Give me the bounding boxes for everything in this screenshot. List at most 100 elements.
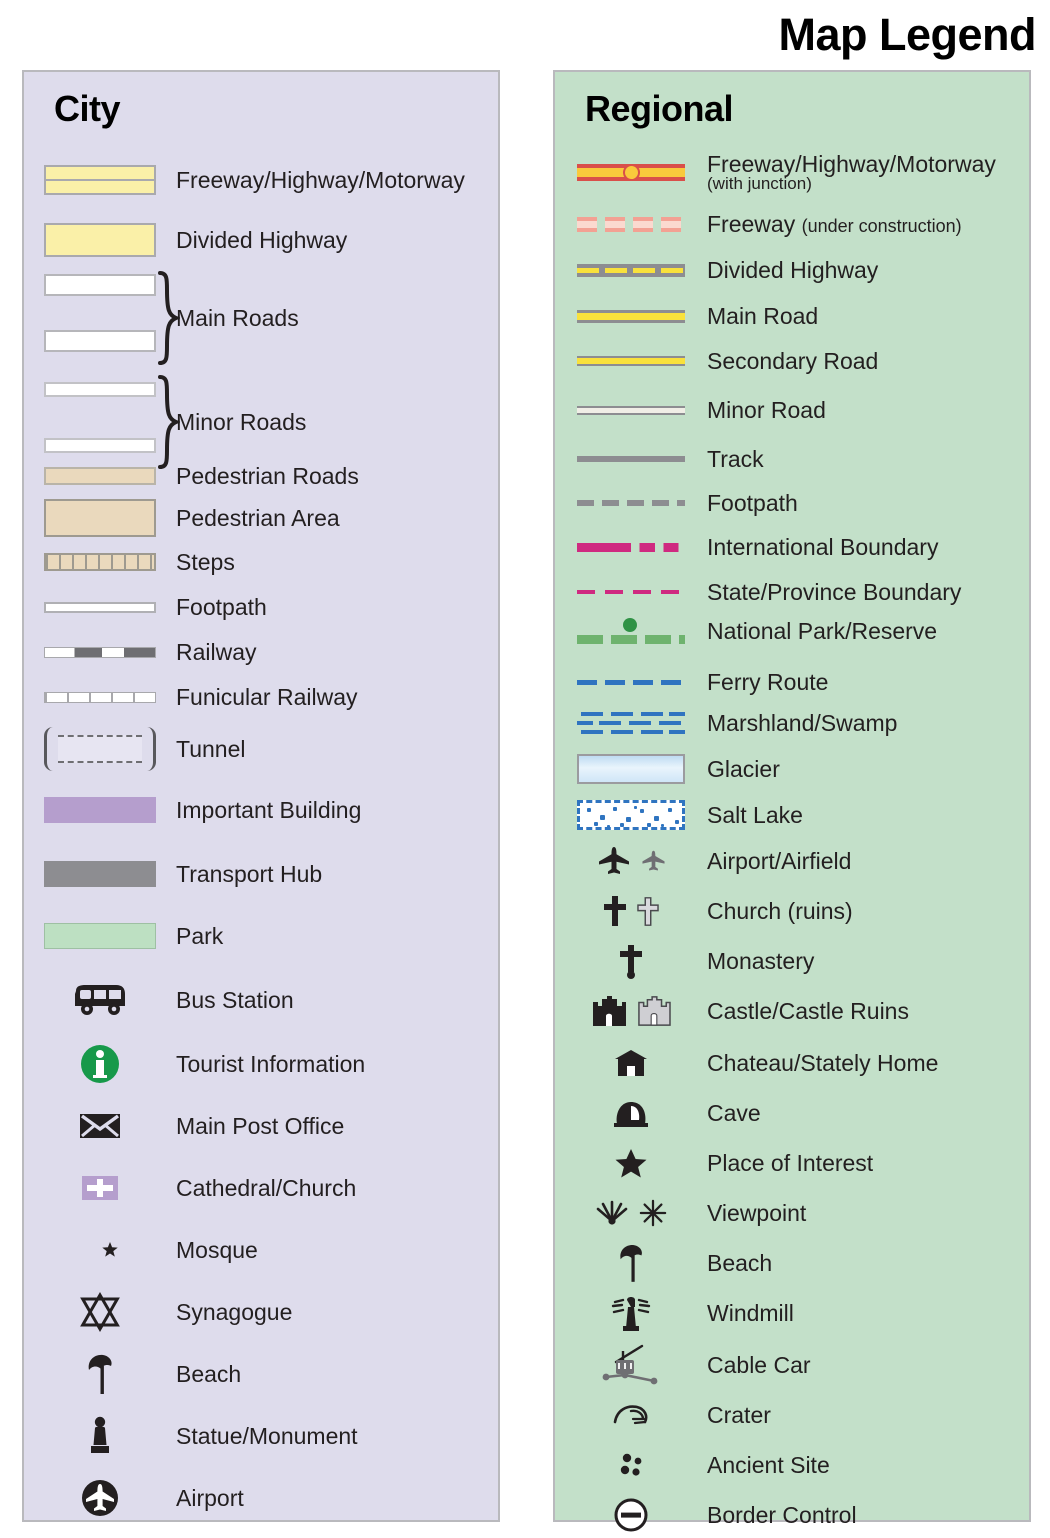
legend-label: Pedestrian Area bbox=[176, 504, 340, 531]
ferry-route-line bbox=[555, 679, 707, 685]
legend-row-castle: Castle/Castle Ruins bbox=[555, 988, 1029, 1034]
border-control-icon bbox=[555, 1497, 707, 1533]
legend-row-windmill: Windmill bbox=[555, 1290, 1029, 1336]
legend-label: Park bbox=[176, 922, 224, 949]
marshland-pattern bbox=[555, 708, 707, 738]
city-legend-panel: City Freeway/Highway/Motorway Divided Hi… bbox=[22, 70, 500, 1522]
legend-label: Cathedral/Church bbox=[176, 1174, 357, 1201]
windmill-icon bbox=[555, 1294, 707, 1332]
divided-highway-swatch bbox=[24, 223, 176, 257]
legend-row-transport-hub: Transport Hub bbox=[24, 854, 498, 894]
transport-hub-swatch bbox=[24, 861, 176, 887]
legend-label: Bus Station bbox=[176, 986, 294, 1013]
pedestrian-area-swatch bbox=[24, 499, 176, 537]
legend-label: Steps bbox=[176, 548, 235, 575]
cave-icon bbox=[555, 1098, 707, 1128]
legend-row-pedestrian-roads: Pedestrian Roads bbox=[24, 458, 498, 494]
legend-label: Statue/Monument bbox=[176, 1422, 358, 1449]
legend-row-cable-car: Cable Car bbox=[555, 1340, 1029, 1390]
bus-icon bbox=[24, 983, 176, 1017]
minor-roads-swatch-pair bbox=[24, 372, 180, 472]
legend-label: Divided Highway bbox=[707, 256, 879, 283]
legend-label: Salt Lake bbox=[707, 801, 803, 828]
legend-row-freeway-junction: Freeway/Highway/Motorway (with junction) bbox=[555, 150, 1029, 194]
viewpoint-fan-icon bbox=[596, 1200, 628, 1225]
footpath-swatch bbox=[24, 601, 176, 613]
cable-car-icon bbox=[555, 1342, 707, 1388]
legend-label: Pedestrian Roads bbox=[176, 462, 359, 489]
airport-circle-icon bbox=[24, 1478, 176, 1518]
legend-label: Beach bbox=[707, 1249, 773, 1276]
regional-legend-panel: Regional Freeway/Highway/Motorway (with … bbox=[553, 70, 1031, 1532]
star-of-david-icon bbox=[24, 1292, 176, 1332]
legend-row-airport: Airport bbox=[24, 1476, 498, 1520]
legend-label: International Boundary bbox=[707, 533, 939, 560]
legend-row-ferry-route: Ferry Route bbox=[555, 662, 1029, 702]
legend-label: Monastery bbox=[707, 947, 815, 974]
legend-row-funicular: Funicular Railway bbox=[24, 679, 498, 715]
legend-label: Mosque bbox=[176, 1236, 258, 1263]
legend-label: Main Post Office bbox=[176, 1112, 345, 1139]
secondary-road-line bbox=[555, 356, 707, 366]
legend-label: Divided Highway bbox=[176, 226, 348, 253]
legend-row-park: Park bbox=[24, 916, 498, 956]
star-icon bbox=[555, 1147, 707, 1179]
viewpoint-pair-icon bbox=[555, 1199, 707, 1227]
legend-label-note: (under construction) bbox=[801, 215, 962, 236]
information-icon bbox=[24, 1043, 176, 1085]
legend-row-post-office: Main Post Office bbox=[24, 1104, 498, 1148]
legend-label: State/Province Boundary bbox=[707, 578, 962, 605]
castle-pair-icon bbox=[555, 994, 707, 1028]
legend-row-viewpoint: Viewpoint bbox=[555, 1190, 1029, 1236]
legend-row-glacier: Glacier bbox=[555, 746, 1029, 792]
airplane-icon bbox=[598, 847, 629, 874]
page-title: Map Legend bbox=[778, 9, 1036, 60]
cross-ruins-icon bbox=[637, 896, 659, 926]
legend-label: Railway bbox=[176, 638, 257, 665]
legend-row-divided-highway: Divided Highway bbox=[555, 250, 1029, 290]
legend-row-cave: Cave bbox=[555, 1090, 1029, 1136]
legend-row-national-park: National Park/Reserve bbox=[555, 609, 1029, 653]
legend-label: Main Road bbox=[707, 302, 819, 329]
crescent-star-icon bbox=[24, 1231, 176, 1269]
legend-label: Freeway (under construction) bbox=[707, 212, 962, 236]
viewpoint-burst-icon bbox=[639, 1199, 667, 1227]
ancient-site-icon bbox=[555, 1451, 707, 1479]
legend-label: Cable Car bbox=[707, 1351, 811, 1378]
legend-row-footpath: Footpath bbox=[24, 589, 498, 625]
salt-lake-swatch bbox=[555, 800, 707, 830]
envelope-icon bbox=[24, 1111, 176, 1141]
legend-row-main-roads: Main Roads bbox=[24, 268, 498, 368]
monastery-cross-icon bbox=[555, 942, 707, 980]
legend-row-pedestrian-area: Pedestrian Area bbox=[24, 496, 498, 540]
minor-road-line bbox=[555, 405, 707, 415]
freeway-construction-line bbox=[555, 216, 707, 232]
curly-brace-icon bbox=[158, 271, 180, 365]
legend-label: Transport Hub bbox=[176, 860, 323, 887]
legend-label: Freeway/Highway/Motorway bbox=[176, 166, 465, 193]
legend-row-main-road: Main Road bbox=[555, 296, 1029, 336]
legend-row-steps: Steps bbox=[24, 544, 498, 580]
legend-label: Minor Roads bbox=[176, 408, 307, 435]
legend-row-freeway-construction: Freeway (under construction) bbox=[555, 204, 1029, 244]
freeway-divided-swatch bbox=[24, 165, 176, 195]
castle-icon bbox=[593, 996, 626, 1026]
legend-label: Marshland/Swamp bbox=[707, 709, 898, 736]
legend-row-church-ruins: Church (ruins) bbox=[555, 888, 1029, 934]
legend-row-statue-monument: Statue/Monument bbox=[24, 1414, 498, 1458]
legend-row-minor-road: Minor Road bbox=[555, 390, 1029, 430]
freeway-junction-line bbox=[555, 163, 707, 181]
airplane-small-icon bbox=[641, 850, 665, 871]
legend-label: Border Control bbox=[707, 1501, 857, 1528]
legend-row-synagogue: Synagogue bbox=[24, 1290, 498, 1334]
curly-brace-icon bbox=[158, 375, 180, 469]
main-roads-swatch-pair bbox=[24, 268, 180, 368]
legend-row-marshland: Marshland/Swamp bbox=[555, 700, 1029, 746]
legend-row-airport-airfield: Airport/Airfield bbox=[555, 838, 1029, 884]
legend-row-freeway: Freeway/Highway/Motorway bbox=[24, 158, 498, 202]
legend-label: Airport bbox=[176, 1484, 244, 1511]
airplane-pair-icon bbox=[555, 845, 707, 877]
tunnel-swatch bbox=[24, 727, 176, 771]
legend-row-beach: Beach bbox=[555, 1240, 1029, 1286]
legend-label: Synagogue bbox=[176, 1298, 293, 1325]
